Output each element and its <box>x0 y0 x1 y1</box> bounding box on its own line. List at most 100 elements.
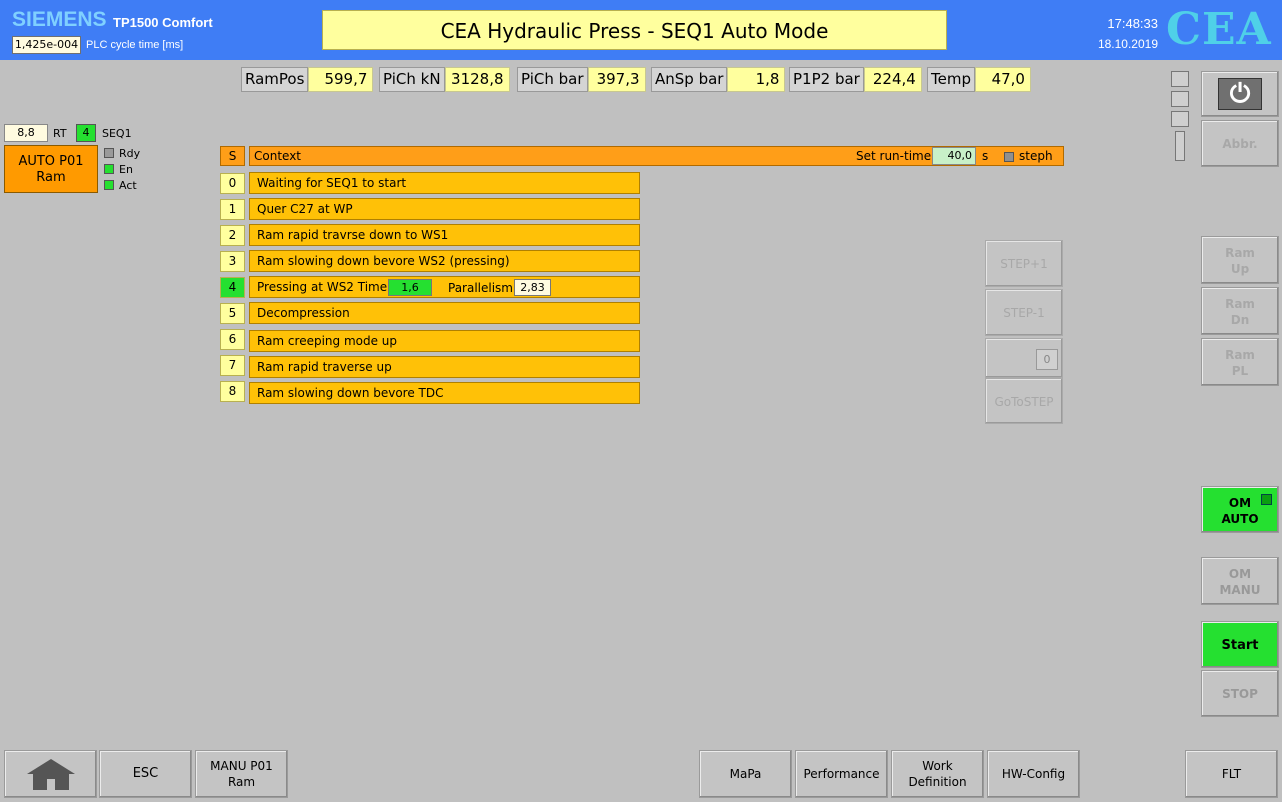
auto-button-line1: AUTO P01 <box>18 154 84 169</box>
page-title: CEA Hydraulic Press - SEQ1 Auto Mode <box>322 10 947 50</box>
view-toggle-3[interactable] <box>1171 111 1189 127</box>
step-context: Pressing at WS2 Time <box>249 276 640 298</box>
measurement-label: PiCh kN <box>379 67 445 92</box>
step-context: Ram rapid travrse down to WS1 <box>249 224 640 246</box>
runtime-label: RT <box>53 127 67 140</box>
measurement-label: PiCh bar <box>517 67 588 92</box>
measurement-ansp-bar: AnSp bar 1,8 <box>651 67 786 92</box>
measurement-value: 1,8 <box>727 67 786 92</box>
om-auto-line2: AUTO <box>1221 512 1259 526</box>
measurement-label: RamPos <box>241 67 309 92</box>
ram-down-line1: Ram <box>1225 297 1255 311</box>
ram-up-line2: Up <box>1230 262 1250 276</box>
parallelism-label: Parallelism <box>448 281 513 295</box>
work-line2: Definition <box>908 775 967 789</box>
measurement-value: 224,4 <box>863 67 922 92</box>
step-number: 5 <box>220 303 245 324</box>
stop-button[interactable]: STOP <box>1201 670 1279 717</box>
plc-cycle-value: 1,425e-004 <box>12 36 81 54</box>
active-label: Act <box>119 179 137 192</box>
work-line1: Work <box>922 759 953 773</box>
plc-cycle-label: PLC cycle time [ms] <box>86 39 184 51</box>
manu-p01-ram-button[interactable]: MANU P01 Ram <box>195 750 288 798</box>
sequence-label: SEQ1 <box>102 127 132 140</box>
step-context: Ram rapid traverse up <box>249 356 640 378</box>
active-led-icon <box>104 180 114 190</box>
step-context: Waiting for SEQ1 to start <box>249 172 640 194</box>
performance-button[interactable]: Performance <box>795 750 888 798</box>
scroll-handle[interactable] <box>1175 131 1185 161</box>
view-toggle-2[interactable] <box>1171 91 1189 107</box>
step-number: 8 <box>220 381 245 402</box>
fault-button[interactable]: FLT <box>1185 750 1278 798</box>
sequence-step-indicator: 4 <box>76 124 96 142</box>
measurement-ram-pos: RamPos 599,7 <box>241 67 374 92</box>
step-number-active: 4 <box>220 277 245 298</box>
step-number: 1 <box>220 199 245 220</box>
ram-pl-button[interactable]: Ram PL <box>1201 338 1279 386</box>
clock-date: 18.10.2019 <box>1097 37 1158 51</box>
set-runtime-input[interactable]: 40,0 <box>932 147 976 165</box>
esc-button[interactable]: ESC <box>99 750 192 798</box>
mapa-button[interactable]: MaPa <box>699 750 792 798</box>
step-plus-button[interactable]: STEP+1 <box>985 240 1063 287</box>
step-number: 3 <box>220 251 245 272</box>
measurement-label: P1P2 bar <box>789 67 864 92</box>
step-context: Ram slowing down bevore WS2 (pressing) <box>249 250 640 272</box>
enable-led-icon <box>104 164 114 174</box>
manu-line2: Ram <box>227 775 256 789</box>
manu-line1: MANU P01 <box>210 759 273 773</box>
hw-config-button[interactable]: HW-Config <box>987 750 1080 798</box>
steph-label: steph <box>1019 149 1053 163</box>
ram-pl-line1: Ram <box>1225 348 1255 362</box>
step-number: 2 <box>220 225 245 246</box>
ram-up-line1: Ram <box>1225 246 1255 260</box>
measurement-pich-kn: PiCh kN 3128,8 <box>379 67 510 92</box>
om-manu-line2: MANU <box>1219 583 1261 597</box>
measurement-label: AnSp bar <box>651 67 728 92</box>
ram-down-line2: Dn <box>1230 313 1250 327</box>
step-context: Ram creeping mode up <box>249 330 640 352</box>
ram-down-button[interactable]: Ram Dn <box>1201 287 1279 335</box>
panel-model: TP1500 Comfort <box>113 15 213 30</box>
work-definition-button[interactable]: Work Definition <box>891 750 984 798</box>
steph-checkbox[interactable] <box>1004 152 1014 162</box>
step-number: 0 <box>220 173 245 194</box>
view-toggle-1[interactable] <box>1171 71 1189 87</box>
siemens-brand: SIEMENS <box>12 8 107 31</box>
measurement-value: 599,7 <box>308 67 374 92</box>
power-button[interactable]: ⏻ <box>1201 71 1279 117</box>
cea-logo: CEA <box>1166 4 1272 55</box>
home-button[interactable] <box>4 750 97 798</box>
step-context: Ram slowing down bevore TDC <box>249 382 640 404</box>
power-icon: ⏻ <box>1218 78 1262 110</box>
parallelism-value: 2,83 <box>514 279 551 296</box>
step-number: 6 <box>220 329 245 350</box>
ready-label: Rdy <box>119 147 141 160</box>
measurement-label: Temp <box>927 67 975 92</box>
om-manu-button[interactable]: OM MANU <box>1201 557 1279 605</box>
measurement-pich-bar: PiCh bar 397,3 <box>517 67 646 92</box>
runtime-unit: s <box>982 149 989 163</box>
step-number: 7 <box>220 355 245 376</box>
step-minus-button[interactable]: STEP-1 <box>985 289 1063 336</box>
goto-step-button[interactable]: GoToSTEP <box>985 378 1063 424</box>
clock-time: 17:48:33 <box>1107 16 1158 31</box>
step-context: Decompression <box>249 302 640 324</box>
measurement-value: 397,3 <box>587 67 646 92</box>
column-header-step: S <box>220 146 245 166</box>
measurement-temp: Temp 47,0 <box>927 67 1031 92</box>
om-auto-led-icon <box>1261 494 1272 505</box>
runtime-value: 8,8 <box>4 124 48 142</box>
ready-led-icon <box>104 148 114 158</box>
start-button[interactable]: Start <box>1201 621 1279 668</box>
enable-label: En <box>119 163 133 176</box>
home-icon <box>26 759 75 790</box>
abbr-button[interactable]: Abbr. <box>1201 120 1279 167</box>
ram-pl-line2: PL <box>1231 364 1249 378</box>
goto-step-input[interactable]: 0 <box>1036 349 1058 370</box>
measurement-value: 47,0 <box>974 67 1031 92</box>
om-manu-line1: OM <box>1228 567 1252 581</box>
ram-up-button[interactable]: Ram Up <box>1201 236 1279 284</box>
auto-p01-ram-button[interactable]: AUTO P01 Ram <box>4 145 98 193</box>
